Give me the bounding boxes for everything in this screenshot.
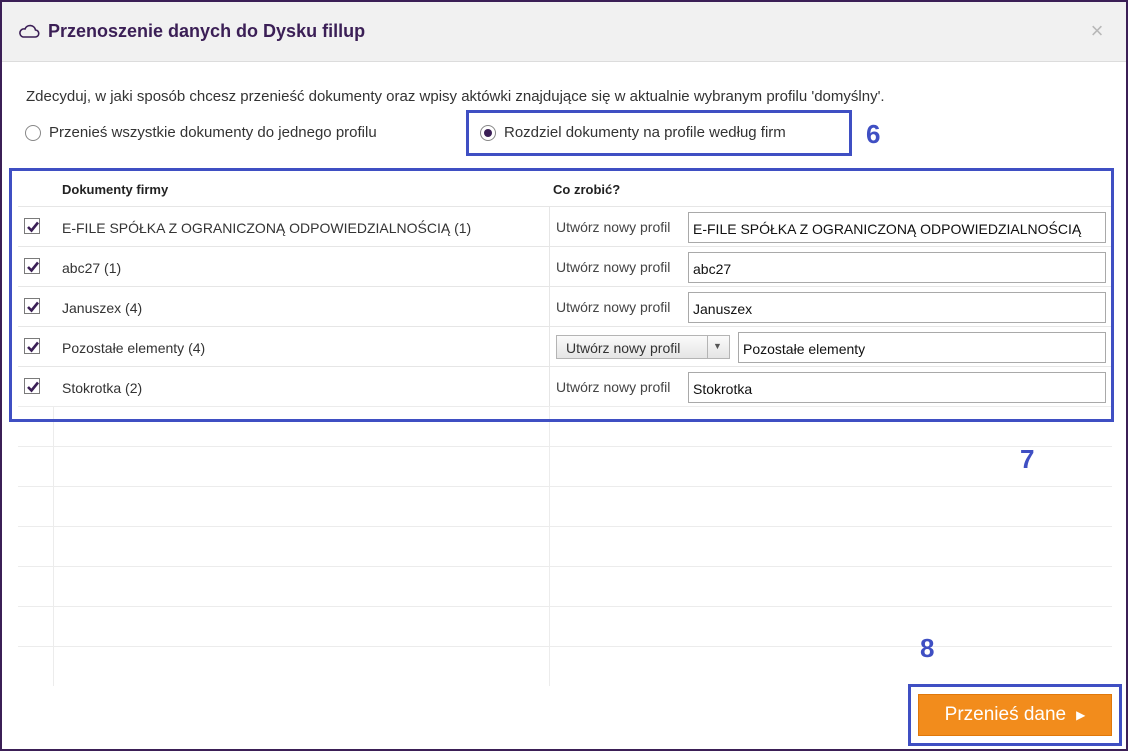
radio-button[interactable]	[25, 124, 41, 141]
highlight-box-7	[9, 168, 1114, 422]
column-divider	[549, 567, 550, 606]
cloud-icon	[19, 24, 40, 38]
column-divider	[53, 607, 54, 646]
empty-table-row	[18, 566, 1112, 606]
column-divider	[53, 647, 54, 686]
option-label: Przenieś wszystkie dokumenty do jednego …	[49, 124, 377, 141]
transfer-dialog: Przenoszenie danych do Dysku fillup × Zd…	[0, 0, 1128, 751]
annotation-number-7: 7	[1020, 444, 1035, 474]
empty-table-row	[18, 526, 1112, 566]
dialog-title: Przenoszenie danych do Dysku fillup	[48, 21, 366, 41]
close-icon[interactable]: ×	[1086, 20, 1108, 42]
column-divider	[53, 527, 54, 566]
transfer-data-button[interactable]: Przenieś dane ▶	[918, 694, 1112, 736]
empty-table-row	[18, 646, 1112, 686]
empty-table-row	[18, 446, 1112, 486]
option-single-profile[interactable]: Przenieś wszystkie dokumenty do jednego …	[25, 124, 377, 141]
column-divider	[549, 447, 550, 486]
empty-table-row	[18, 486, 1112, 526]
transfer-button-label: Przenieś dane	[944, 704, 1067, 725]
column-divider	[53, 447, 54, 486]
intro-text: Zdecyduj, w jaki sposób chcesz przenieść…	[26, 88, 885, 105]
column-divider	[549, 607, 550, 646]
dialog-header: Przenoszenie danych do Dysku fillup ×	[2, 2, 1126, 62]
column-divider	[53, 487, 54, 526]
empty-table-row	[18, 606, 1112, 646]
annotation-number-6: 6	[866, 119, 881, 149]
column-divider	[549, 527, 550, 566]
column-divider	[549, 647, 550, 686]
column-divider	[53, 567, 54, 606]
column-divider	[549, 487, 550, 526]
play-arrow-icon: ▶	[1076, 708, 1086, 722]
annotation-number-8: 8	[920, 633, 935, 663]
highlight-box-6	[466, 110, 852, 156]
